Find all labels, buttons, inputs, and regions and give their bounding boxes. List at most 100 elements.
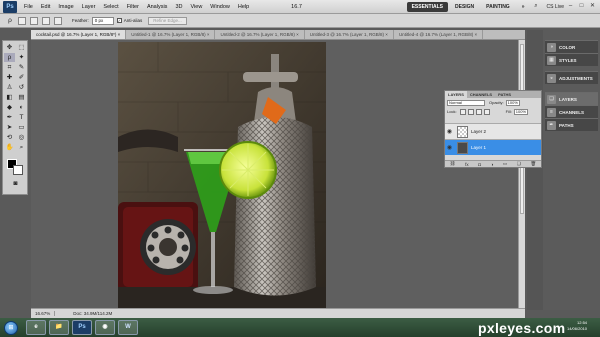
crop-tool-icon[interactable]: ⌗ [4, 63, 15, 72]
delete-layer-icon[interactable]: 🗑 [530, 161, 536, 167]
layer-name: Layer 2 [471, 129, 487, 134]
menu-layer[interactable]: Layer [78, 0, 100, 14]
panel-color[interactable]: ◑ COLOR [545, 40, 598, 53]
dodge-tool-icon[interactable]: ◐ [16, 103, 27, 112]
lock-all-icon[interactable] [483, 108, 490, 115]
tab-untitled-2[interactable]: Untitled-2 @ 16.7% (Layer 1, RGB/8) × [215, 30, 305, 39]
brush-tool-icon[interactable]: ✐ [16, 73, 27, 82]
menu-view[interactable]: View [186, 0, 206, 14]
tab-untitled-3[interactable]: Untitled-3 @ 16.7% (Layer 1, RGB/8) × [305, 30, 394, 39]
cs-live-button[interactable]: CS Live [546, 4, 564, 10]
menu-bar: Ps File Edit Image Layer Select Filter A… [0, 0, 600, 14]
blend-mode-select[interactable]: Normal [447, 99, 485, 106]
quick-mask-icon[interactable]: ◙ [10, 179, 21, 188]
tab-untitled-4[interactable]: Untitled-4 @ 16.7% (Layer 1, RGB/8) × [394, 30, 484, 39]
taskbar-explorer-icon[interactable]: 📁 [49, 320, 69, 335]
taskbar-clock[interactable]: 12:54 14/06/2010 [567, 320, 587, 332]
eye-icon[interactable]: ◉ [445, 144, 454, 151]
clone-stamp-tool-icon[interactable]: ♙ [4, 83, 15, 92]
hand-tool-icon[interactable]: ✋ [4, 143, 15, 152]
workspace-painting-button[interactable]: PAINTING [481, 2, 515, 12]
workspace-more-button[interactable]: » [517, 2, 530, 12]
lock-position-icon[interactable] [475, 108, 482, 115]
status-zoom[interactable]: 16.67% [31, 311, 56, 316]
opacity-input[interactable]: 100% [505, 99, 520, 106]
marquee-tool-icon[interactable]: ⬚ [16, 43, 27, 52]
minimize-button[interactable]: – [566, 2, 575, 11]
start-button[interactable]: ⊞ [4, 320, 18, 335]
workspace-design-button[interactable]: DESIGN [450, 2, 479, 12]
intersect-selection-icon[interactable] [54, 16, 62, 25]
healing-brush-tool-icon[interactable]: ✚ [4, 73, 15, 82]
workspace-essentials-button[interactable]: ESSENTIALS [406, 1, 448, 12]
lock-transparent-icon[interactable] [459, 108, 466, 115]
add-selection-icon[interactable] [30, 16, 38, 25]
background-color-swatch[interactable] [13, 165, 23, 175]
fill-input[interactable]: 100% [513, 108, 528, 115]
refine-edge-button[interactable]: Refine Edge... [148, 16, 187, 25]
taskbar-photoshop-icon[interactable]: Ps [72, 320, 92, 335]
menu-edit[interactable]: Edit [37, 0, 54, 14]
tab-channels[interactable]: CHANNELS [467, 91, 495, 98]
layers-panel: LAYERS CHANNELS PATHS Normal Opacity: 10… [444, 90, 542, 168]
menu-filter[interactable]: Filter [123, 0, 143, 14]
panel-adjustments[interactable]: ◒ ADJUSTMENTS [545, 71, 598, 84]
taskbar-chrome-icon[interactable]: ◉ [95, 320, 115, 335]
zoom-tool-icon[interactable]: ⌕ [16, 143, 27, 152]
panel-layers[interactable]: ❏ LAYERS [545, 92, 598, 105]
subtract-selection-icon[interactable] [42, 16, 50, 25]
tab-cocktail[interactable]: cocktail.psd @ 16.7% (Layer 1, RGB/8*) × [31, 30, 127, 39]
panel-styles[interactable]: ▦ STYLES [545, 53, 598, 66]
layer-row-layer-2[interactable]: ◉ Layer 2 [445, 123, 541, 139]
menu-3d[interactable]: 3D [171, 0, 186, 14]
magic-wand-tool-icon[interactable]: ✦ [16, 53, 27, 62]
document-tabs: cocktail.psd @ 16.7% (Layer 1, RGB/8*) ×… [31, 30, 525, 40]
lock-pixels-icon[interactable] [467, 108, 474, 115]
taskbar-word-icon[interactable]: W [118, 320, 138, 335]
history-brush-tool-icon[interactable]: ↺ [16, 83, 27, 92]
canvas-vertical-scrollbar[interactable] [518, 40, 525, 308]
menu-window[interactable]: Window [206, 0, 234, 14]
feather-input[interactable]: 0 px [91, 16, 114, 25]
taskbar-ie-icon[interactable]: e [26, 320, 46, 335]
new-group-icon[interactable]: ▭ [503, 161, 507, 167]
antialias-checkbox[interactable]: ✓ [116, 18, 122, 23]
layer-row-layer-1[interactable]: ◉ Layer 1 [445, 139, 541, 155]
zoom-level-menu[interactable]: 16.7 [287, 0, 306, 14]
collapsed-panels: ◑ COLOR ▦ STYLES ◒ ADJUSTMENTS ❏ LAYERS … [543, 30, 600, 310]
search-icon[interactable]: ⌕ [531, 2, 540, 11]
shape-tool-icon[interactable]: ▭ [16, 123, 27, 132]
eye-icon[interactable]: ◉ [445, 128, 454, 135]
adjustment-layer-icon[interactable]: ◑ [491, 162, 494, 167]
tab-layers[interactable]: LAYERS [445, 91, 467, 98]
eraser-tool-icon[interactable]: ◧ [4, 93, 15, 102]
blur-tool-icon[interactable]: ◆ [4, 103, 15, 112]
gradient-tool-icon[interactable]: ▤ [16, 93, 27, 102]
lasso-tool-icon[interactable]: ρ [4, 16, 16, 25]
menu-file[interactable]: File [20, 0, 37, 14]
layer-style-icon[interactable]: fx [465, 162, 469, 167]
lasso-tool-icon[interactable]: ρ [4, 53, 15, 62]
3d-orbit-tool-icon[interactable]: ◎ [16, 133, 27, 142]
link-layers-icon[interactable]: ⛓ [450, 161, 456, 167]
menu-select[interactable]: Select [99, 0, 122, 14]
menu-analysis[interactable]: Analysis [143, 0, 171, 14]
tab-paths[interactable]: PATHS [495, 91, 514, 98]
close-button[interactable]: ✕ [588, 2, 597, 11]
panel-paths[interactable]: ✒ PATHS [545, 118, 598, 131]
tab-untitled-1[interactable]: Untitled-1 @ 16.7% (Layer 1, RGB/8) × [126, 30, 216, 39]
type-tool-icon[interactable]: T [16, 113, 27, 122]
cocktail-photo[interactable] [118, 42, 326, 309]
new-selection-icon[interactable] [18, 16, 26, 25]
maximize-button[interactable]: □ [577, 2, 586, 11]
pen-tool-icon[interactable]: ✒ [4, 113, 15, 122]
menu-image[interactable]: Image [54, 0, 77, 14]
eyedropper-tool-icon[interactable]: ✎ [16, 63, 27, 72]
add-mask-icon[interactable]: ◘ [478, 162, 481, 167]
path-selection-tool-icon[interactable]: ➤ [4, 123, 15, 132]
menu-help[interactable]: Help [234, 0, 253, 14]
move-tool-icon[interactable]: ✥ [4, 43, 15, 52]
new-layer-icon[interactable]: ❏ [517, 161, 521, 167]
panel-channels[interactable]: ≡ CHANNELS [545, 105, 598, 118]
3d-rotate-tool-icon[interactable]: ⟲ [4, 133, 15, 142]
